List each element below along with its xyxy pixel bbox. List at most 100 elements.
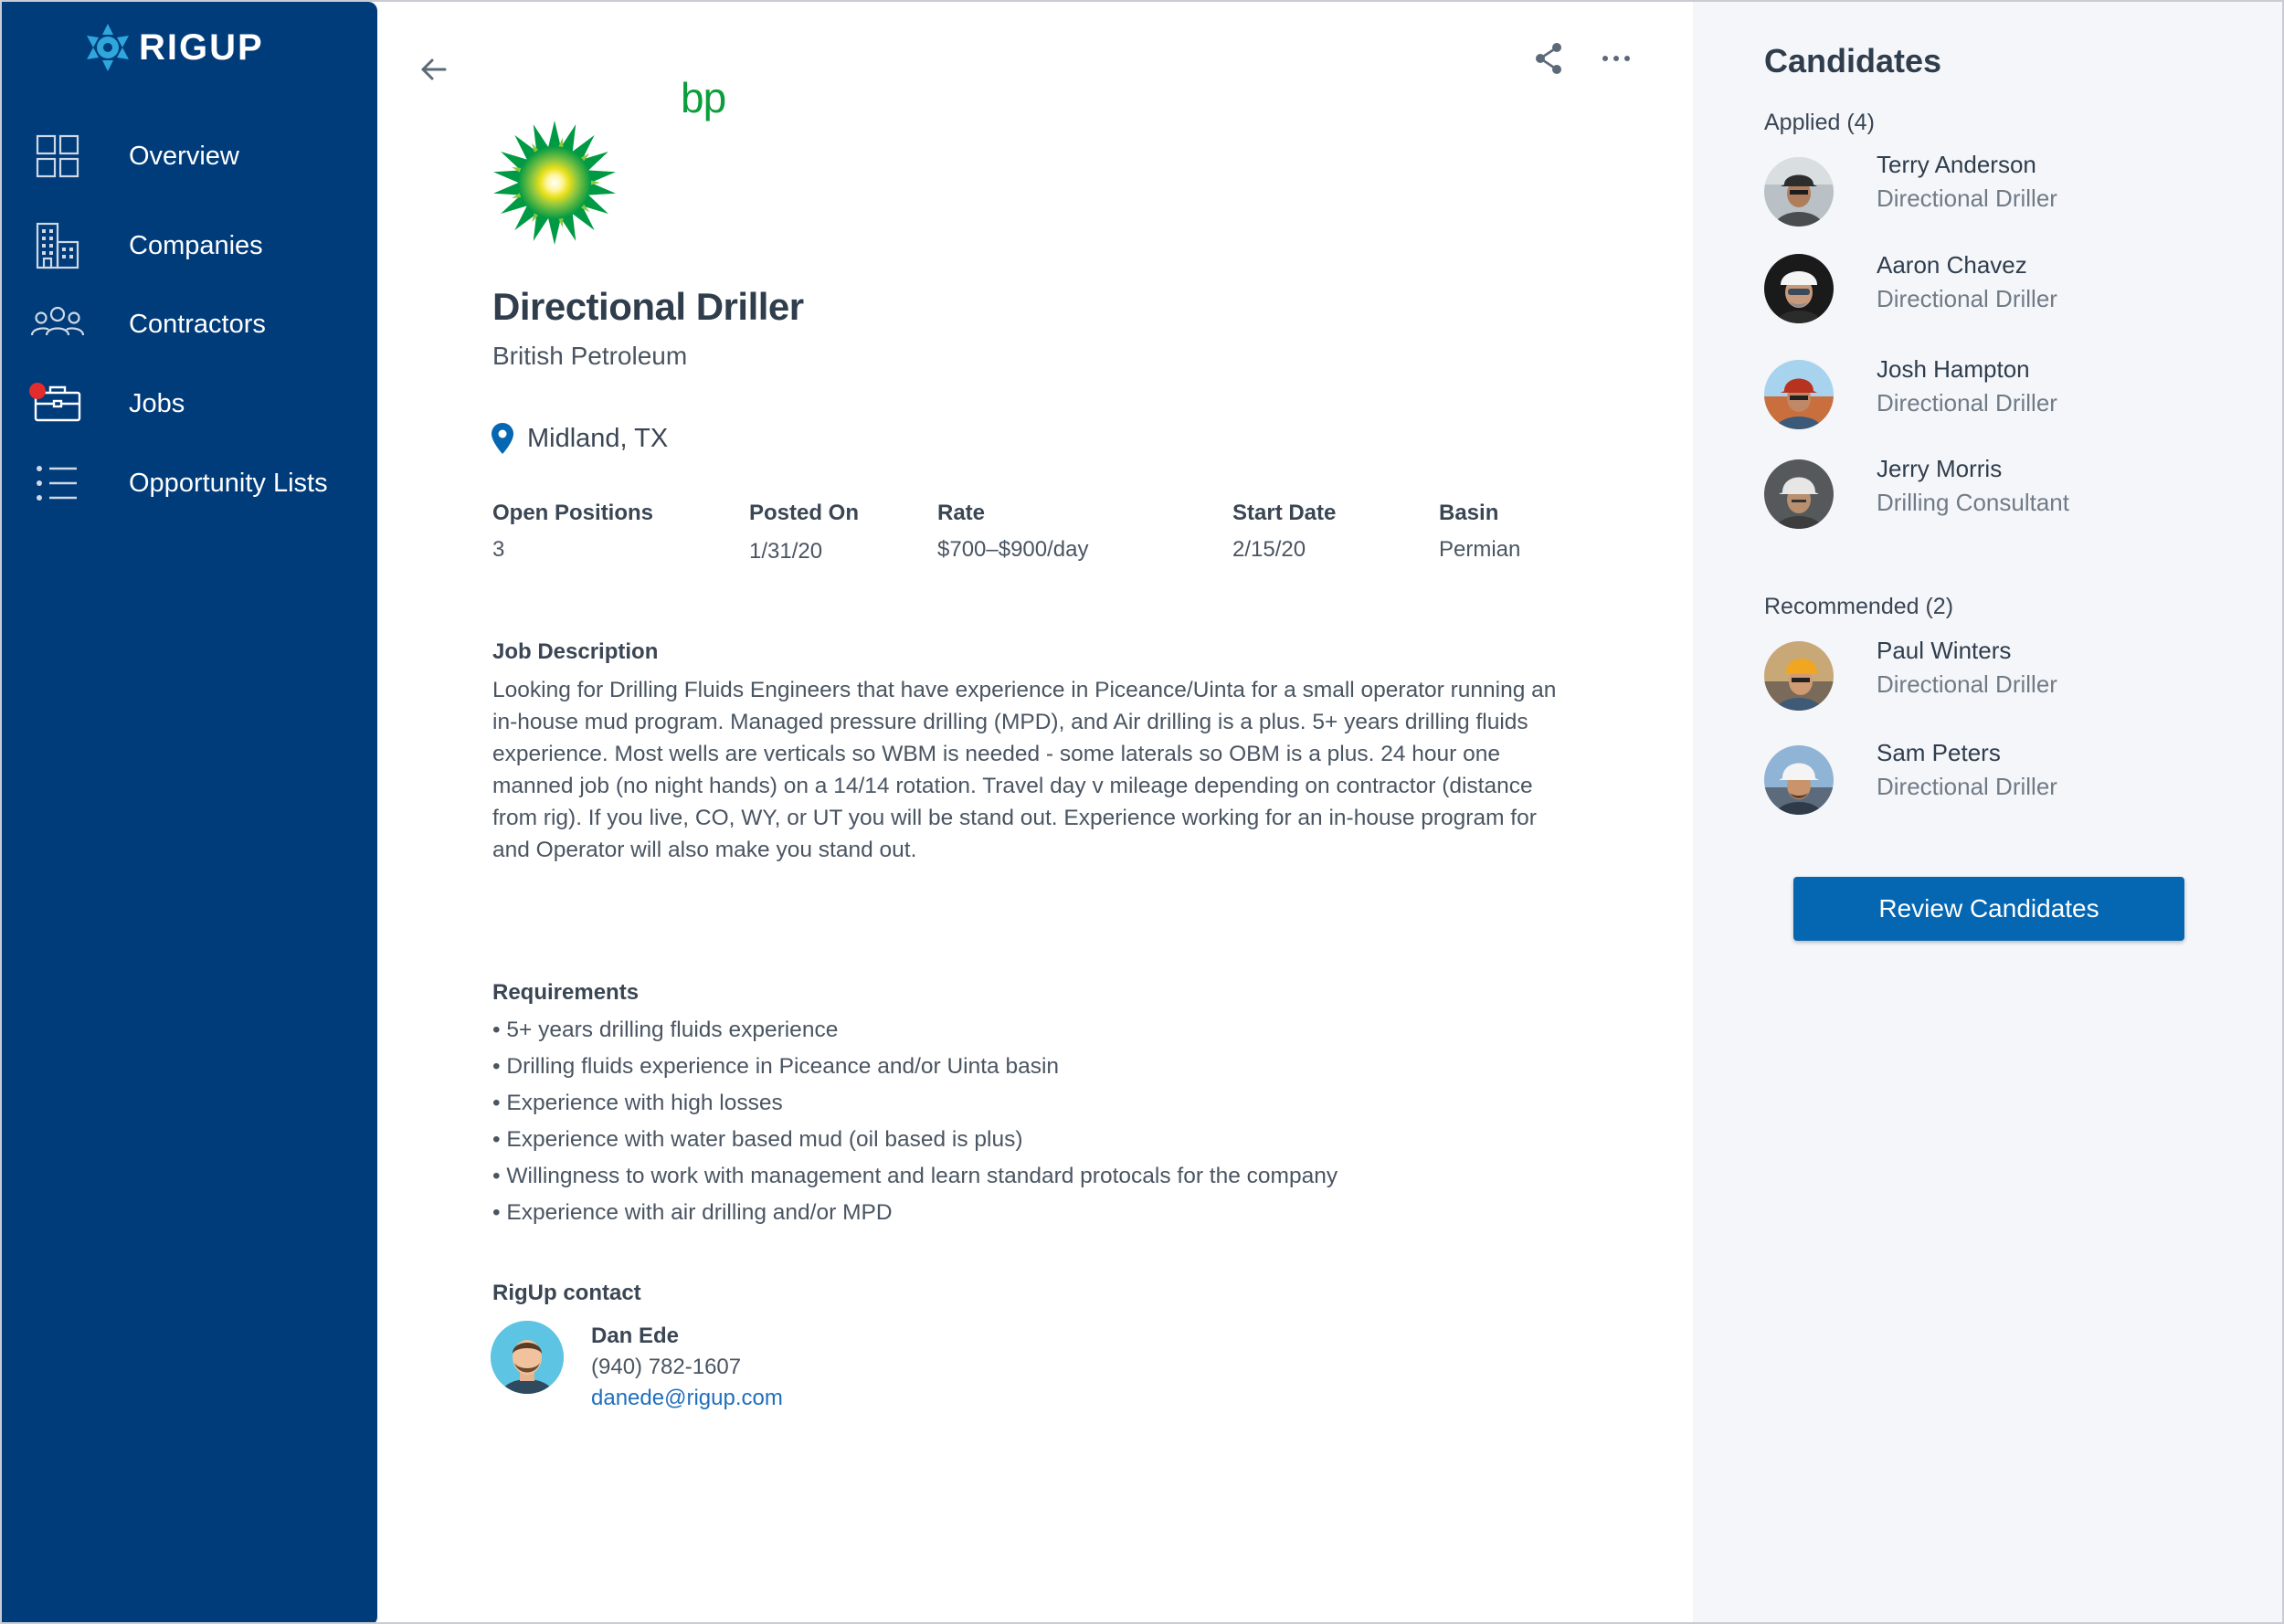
- avatar: [1764, 360, 1834, 429]
- meta-value: 2/15/20: [1232, 537, 1306, 562]
- contact-heading: RigUp contact: [492, 1281, 641, 1305]
- grid-icon: [29, 128, 86, 185]
- review-candidates-button[interactable]: Review Candidates: [1793, 877, 2184, 941]
- meta-label: Start Date: [1232, 501, 1337, 525]
- candidate-avatar-icon: [1764, 254, 1834, 323]
- requirements-list: • 5+ years drilling fluids experience • …: [492, 1012, 1338, 1231]
- job-description-text: Looking for Drilling Fluids Engineers th…: [492, 678, 1557, 862]
- meta-posted-on: Posted On 1/31/20: [749, 501, 859, 564]
- sidebar-item-label: Jobs: [129, 388, 185, 418]
- candidate-avatar-icon: [1764, 360, 1834, 429]
- sidebar: RIGUP Overview Companies Contractors Job…: [2, 2, 377, 1622]
- list-item: • Willingness to work with management an…: [492, 1164, 1338, 1188]
- job-location: Midland, TX: [491, 422, 668, 455]
- candidate-role: Directional Driller: [1877, 773, 2057, 800]
- arrow-left-icon: [421, 58, 447, 80]
- meta-value: Permian: [1439, 537, 1521, 562]
- list-item: • Experience with air drilling and/or MP…: [492, 1200, 893, 1225]
- rigup-logo-icon: [87, 24, 129, 71]
- candidate-item[interactable]: Aaron Chavez Directional Driller: [1764, 251, 2057, 323]
- sidebar-item-companies[interactable]: Companies: [29, 214, 367, 278]
- job-description-heading: Job Description: [492, 639, 659, 664]
- more-horizontal-icon: [1602, 56, 1630, 61]
- location-pin-icon: [492, 423, 513, 454]
- candidate-name: Terry Anderson: [1877, 151, 2036, 178]
- candidate-item[interactable]: Paul Winters Directional Driller: [1764, 637, 2057, 711]
- company-logo: bp: [491, 73, 726, 245]
- avatar: [1764, 254, 1834, 323]
- candidate-name: Paul Winters: [1877, 637, 2012, 664]
- sidebar-item-label: Overview: [129, 141, 239, 171]
- contact-avatar-icon: [491, 1321, 564, 1394]
- contact-name: Dan Ede: [591, 1323, 680, 1348]
- requirements-heading: Requirements: [492, 980, 640, 1005]
- contact-info: Dan Ede (940) 782-1607 danede@rigup.com: [591, 1321, 783, 1414]
- contact-phone[interactable]: (940) 782-1607: [591, 1352, 783, 1383]
- candidate-role: Directional Driller: [1877, 670, 2057, 698]
- meta-open-positions: Open Positions 3: [492, 501, 653, 563]
- candidate-name: Josh Hampton: [1877, 355, 2030, 383]
- company-logo-text: bp: [681, 74, 726, 121]
- candidates-panel: Candidates Applied (4) Terry Anderson Di…: [1693, 2, 2282, 1622]
- candidate-avatar-icon: [1764, 157, 1834, 227]
- building-icon: [29, 217, 86, 274]
- brand-logo[interactable]: RIGUP: [84, 22, 264, 73]
- candidate-name: Aaron Chavez: [1877, 251, 2027, 279]
- list-item: • Experience with water based mud (oil b…: [492, 1127, 1023, 1152]
- meta-label: Basin: [1439, 501, 1499, 525]
- location-text: Midland, TX: [527, 423, 669, 453]
- notification-dot: [29, 383, 46, 399]
- sidebar-item-label: Opportunity Lists: [129, 468, 328, 498]
- meta-rate: Rate $700–$900/day: [937, 501, 1089, 563]
- bp-helios-icon: [493, 121, 616, 245]
- people-icon: [29, 296, 86, 353]
- list-icon: [29, 455, 86, 511]
- share-icon: [1536, 43, 1561, 74]
- rigup-contact: Dan Ede (940) 782-1607 danede@rigup.com: [491, 1321, 783, 1414]
- job-detail: bp Directional Driller British Petroleum…: [377, 2, 1693, 1622]
- sidebar-item-contractors[interactable]: Contractors: [29, 292, 367, 356]
- meta-label: Open Positions: [492, 501, 654, 525]
- briefcase-icon: [29, 375, 86, 432]
- list-item: • Drilling fluids experience in Piceance…: [492, 1054, 1060, 1079]
- back-button[interactable]: [414, 49, 454, 90]
- more-options-button[interactable]: [1596, 38, 1636, 79]
- applied-heading: Applied (4): [1764, 110, 1875, 135]
- panel-title: Candidates: [1764, 42, 1942, 79]
- app-window: RIGUP Overview Companies Contractors Job…: [0, 0, 2284, 1624]
- sidebar-item-overview[interactable]: Overview: [29, 124, 367, 188]
- candidate-name: Sam Peters: [1877, 739, 2001, 766]
- meta-start-date: Start Date 2/15/20: [1232, 501, 1336, 563]
- candidate-item[interactable]: Terry Anderson Directional Driller: [1764, 151, 2057, 227]
- share-button[interactable]: [1528, 38, 1569, 79]
- candidate-item[interactable]: Jerry Morris Drilling Consultant: [1764, 455, 2069, 529]
- sidebar-item-label: Companies: [129, 230, 263, 260]
- candidate-avatar-icon: [1764, 459, 1834, 529]
- avatar: [1764, 641, 1834, 711]
- company-name: British Petroleum: [492, 342, 688, 370]
- candidate-role: Directional Driller: [1877, 185, 2057, 212]
- meta-value: 1/31/20: [749, 539, 823, 564]
- candidate-name: Jerry Morris: [1877, 455, 2003, 482]
- meta-value: 3: [492, 537, 505, 562]
- candidate-avatar-icon: [1764, 641, 1834, 711]
- contact-email-link[interactable]: danede@rigup.com: [591, 1383, 783, 1414]
- meta-basin: Basin Permian: [1439, 501, 1520, 563]
- meta-label: Posted On: [749, 501, 860, 525]
- meta-label: Rate: [937, 501, 986, 525]
- recommended-heading: Recommended (2): [1764, 594, 1954, 619]
- list-item: • 5+ years drilling fluids experience: [492, 1018, 839, 1042]
- avatar: [491, 1321, 564, 1394]
- job-title: Directional Driller: [492, 285, 804, 328]
- candidate-item[interactable]: Josh Hampton Directional Driller: [1764, 355, 2057, 429]
- brand-name: RIGUP: [139, 26, 264, 68]
- avatar: [1764, 157, 1834, 227]
- candidate-role: Drilling Consultant: [1877, 489, 2069, 516]
- sidebar-item-opportunity-lists[interactable]: Opportunity Lists: [29, 451, 367, 515]
- candidate-item[interactable]: Sam Peters Directional Driller: [1764, 739, 2057, 815]
- list-item: • Experience with high losses: [492, 1091, 783, 1115]
- candidate-role: Directional Driller: [1877, 389, 2057, 417]
- meta-value: $700–$900/day: [937, 537, 1089, 562]
- sidebar-item-jobs[interactable]: Jobs: [29, 372, 367, 436]
- avatar: [1764, 745, 1834, 815]
